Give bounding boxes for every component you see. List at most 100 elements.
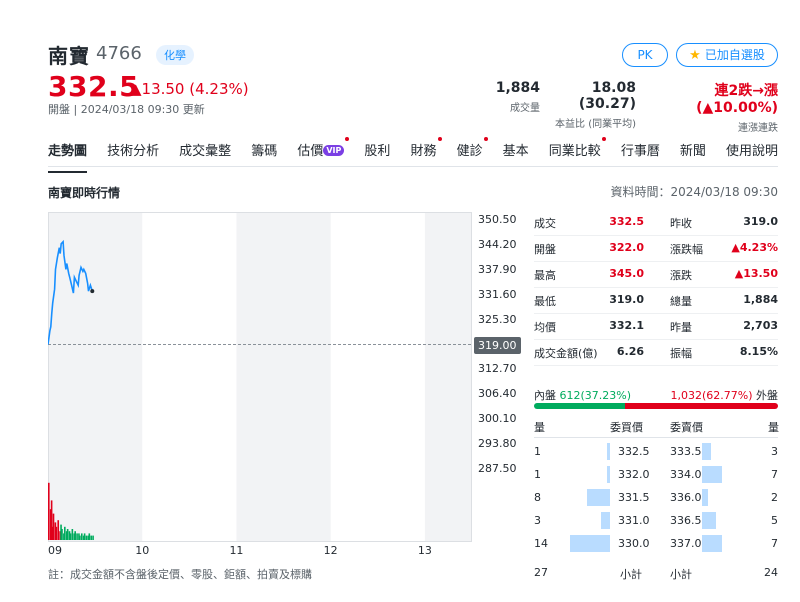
order-book-ap: 336.0: [670, 491, 702, 504]
tab-label: 財務: [410, 144, 437, 159]
quote-value: 8.15%: [739, 345, 778, 358]
quote-row: 最低 319.0 總量 1,884: [534, 289, 778, 314]
tab-1[interactable]: 技術分析: [107, 140, 159, 164]
bid-volume-bar: [601, 512, 610, 529]
quote-value: 319.0: [609, 293, 644, 306]
intraday-chart[interactable]: [48, 212, 472, 542]
ask-total: 24: [764, 566, 778, 579]
stat-streak: 連2跌→漲 (▲10.00%) 連漲連跌: [648, 80, 778, 134]
volume-bar: [79, 535, 81, 540]
order-book-bp: 330.0: [618, 537, 650, 550]
quote-value: 345.0: [609, 267, 644, 280]
tab-6[interactable]: 財務: [410, 137, 442, 164]
bid-volume-bar: [587, 489, 610, 506]
ask-volume-bar: [702, 466, 722, 483]
quote-label: 漲跌幅: [670, 243, 703, 256]
tab-12[interactable]: 使用說明: [726, 140, 778, 164]
tab-7[interactable]: 健診: [456, 137, 488, 164]
bid-total-label: 小計: [620, 568, 642, 581]
volume-bar: [71, 529, 74, 540]
ask-volume-bar: [702, 535, 722, 552]
volume-bar: [76, 533, 78, 540]
last-price-dot: [90, 289, 95, 294]
hour-band: [424, 212, 472, 542]
y-tick-label: 306.40: [478, 387, 517, 401]
pk-button[interactable]: PK: [622, 43, 668, 67]
outer-summary: 1,032(62.77%) 外盤: [670, 387, 778, 403]
tab-10[interactable]: 行事曆: [621, 140, 660, 164]
tab-label: 健診: [456, 144, 483, 159]
tab-4[interactable]: 估價 VIP: [297, 137, 350, 164]
order-book-ap: 337.0: [670, 537, 702, 550]
order-book-ap: 334.0: [670, 468, 702, 481]
tab-2[interactable]: 成交彙整: [179, 140, 231, 164]
stat-value: 連2跌→漲 (▲10.00%): [696, 83, 778, 116]
order-book-row: 1 332.0 334.0 7: [534, 464, 778, 487]
hour-band: [236, 212, 331, 542]
y-tick-label: 325.30: [478, 312, 517, 326]
tab-label: 籌碼: [251, 144, 278, 159]
star-icon: ★: [689, 48, 701, 63]
quote-row: 均價 332.1 昨量 2,703: [534, 315, 778, 340]
tab-5[interactable]: 股利: [364, 140, 390, 164]
quote-label: 最低: [534, 295, 556, 308]
order-book-row: 3 331.0 336.5 5: [534, 510, 778, 533]
notification-dot: [601, 137, 606, 141]
tab-3[interactable]: 籌碼: [251, 140, 277, 164]
quote-value: 332.1: [609, 319, 644, 332]
x-tick-label: 10: [135, 544, 150, 557]
tab-divider: [48, 166, 778, 167]
quote-label: 成交: [534, 217, 556, 230]
quote-value: 319.0: [743, 215, 778, 228]
quote-row: 開盤 322.0 漲跌幅 ▲4.23%: [534, 237, 778, 262]
notification-dot: [437, 137, 442, 141]
bid-volume-header: 量: [534, 421, 545, 434]
volume-bar: [88, 533, 91, 540]
quote-label: 開盤: [534, 243, 556, 256]
ask-volume-header: 量: [768, 421, 779, 434]
quote-row: 成交 332.5 昨收 319.0: [534, 211, 778, 236]
watchlist-button[interactable]: ★ 已加自選股: [676, 43, 778, 67]
quote-label: 昨量: [670, 321, 692, 334]
last-price: 332.5: [48, 70, 140, 103]
quote-value: 1,884: [743, 293, 778, 306]
ask-volume-bar: [702, 443, 711, 460]
quote-label: 均價: [534, 321, 556, 334]
tab-9[interactable]: 同業比較: [549, 137, 606, 164]
volume-bar: [74, 531, 76, 540]
tab-label: 成交彙整: [179, 144, 232, 159]
volume-bar: [48, 482, 50, 540]
ask-price-header: 委賣價: [670, 421, 703, 434]
stat-label: 本益比 (同業平均): [555, 119, 636, 130]
y-tick-label: 337.90: [478, 262, 517, 276]
tab-label: 股利: [364, 144, 391, 159]
quote-value: ▲4.23%: [731, 241, 778, 254]
y-tick-label: 287.50: [478, 462, 517, 475]
order-book-av: 5: [771, 514, 778, 527]
quote-label: 總量: [670, 295, 692, 308]
section-title: 南寶即時行情: [48, 186, 121, 200]
y-tick-label: 300.10: [478, 412, 517, 426]
industry-tag[interactable]: 化學: [156, 45, 194, 65]
inner-ratio-fill: [534, 403, 625, 409]
tab-label: 新聞: [679, 144, 706, 159]
order-book-bp: 331.5: [618, 491, 650, 504]
tab-label: 技術分析: [107, 144, 160, 159]
tab-11[interactable]: 新聞: [680, 140, 706, 164]
y-tick-label: 350.50: [478, 213, 517, 226]
outer-value: 1,032(62.77%): [670, 389, 753, 402]
tab-label: 走勢圖: [48, 144, 88, 159]
price-change: ▲13.50 (4.23%): [130, 80, 249, 98]
volume-bar: [69, 533, 72, 540]
ask-volume-bar: [702, 489, 708, 506]
volume-bar: [61, 529, 63, 540]
bid-volume-bar: [570, 535, 610, 552]
tab-8[interactable]: 基本: [503, 140, 529, 164]
order-book-ap: 333.5: [670, 445, 702, 458]
stat-value: 1,884: [495, 80, 540, 96]
order-book-bp: 331.0: [618, 514, 650, 527]
order-book-av: 7: [771, 468, 778, 481]
tab-0[interactable]: 走勢圖: [48, 140, 88, 173]
bid-volume-bar: [607, 466, 610, 483]
y-tick-label: 331.60: [478, 287, 517, 301]
